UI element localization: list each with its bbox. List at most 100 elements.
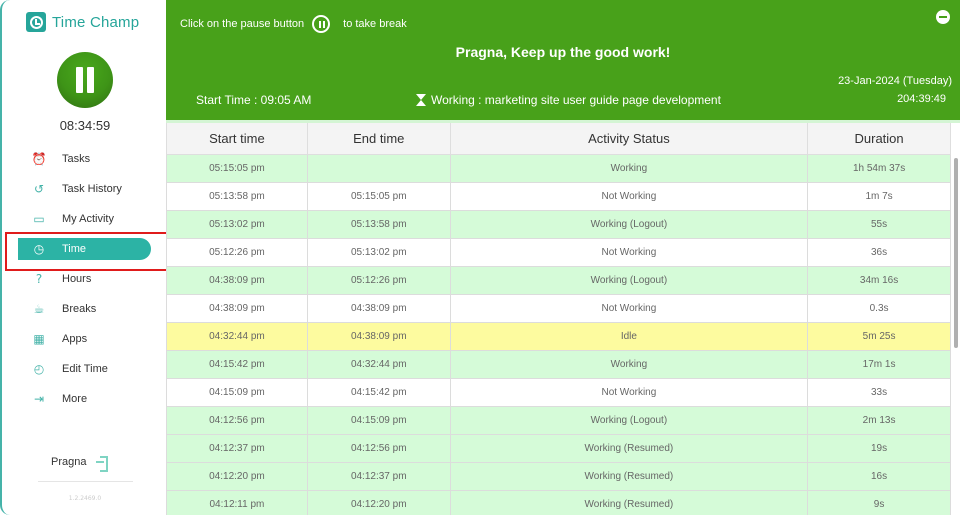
cell-duration: 1m 7s xyxy=(807,181,951,211)
session-timer: 08:34:59 xyxy=(59,118,111,133)
cell-end-time: 04:12:56 pm xyxy=(306,433,451,463)
time-log-table: Start time End time Activity Status Dura… xyxy=(166,123,951,515)
sidebar-item-more[interactable]: ⇥ More xyxy=(18,388,151,410)
current-task-text: Working : marketing site user guide page… xyxy=(431,93,721,107)
cell-duration: 33s xyxy=(807,377,951,407)
cell-end-time: 04:12:37 pm xyxy=(306,461,451,491)
time-menu-highlight-annotation xyxy=(5,232,171,271)
cell-duration: 1h 54m 37s xyxy=(807,153,951,183)
current-date: 23-Jan-2024 (Tuesday) xyxy=(838,75,952,87)
pause-bar-left-icon xyxy=(76,67,83,93)
table-row: 04:32:44 pm 04:38:09 pm Idle 5m 25s xyxy=(166,321,951,351)
edit-time-icon: ◴ xyxy=(33,362,45,376)
cell-activity-status: Not Working xyxy=(449,181,809,211)
cell-activity-status: Idle xyxy=(449,321,809,351)
cell-activity-status: Working xyxy=(449,349,809,379)
pause-bar-right-icon xyxy=(87,67,94,93)
cell-activity-status: Not Working xyxy=(449,377,809,407)
cell-duration: 17m 1s xyxy=(807,349,951,379)
table-row: 04:38:09 pm 04:38:09 pm Not Working 0.3s xyxy=(166,293,951,323)
cell-start-time: 04:15:42 pm xyxy=(166,349,308,379)
table-row: 04:12:56 pm 04:15:09 pm Working (Logout) 2m… xyxy=(166,405,951,435)
user-row: Pragna xyxy=(51,456,109,472)
sidebar-item-tasks[interactable]: ⏰ Tasks xyxy=(18,148,151,170)
sidebar-item-breaks[interactable]: ☕ Breaks xyxy=(18,298,151,320)
minimize-icon[interactable] xyxy=(936,10,950,24)
cell-start-time: 04:12:37 pm xyxy=(166,433,308,463)
table-row: 05:15:05 pm Working 1h 54m 37s xyxy=(166,153,951,183)
cell-activity-status: Working (Resumed) xyxy=(449,489,809,515)
cell-start-time: 05:13:58 pm xyxy=(166,181,308,211)
cell-end-time: 04:38:09 pm xyxy=(306,293,451,323)
cell-duration: 9s xyxy=(807,489,951,515)
cell-duration: 19s xyxy=(807,433,951,463)
hourglass-icon xyxy=(416,94,426,106)
sidebar-item-label: My Activity xyxy=(62,213,114,225)
cell-start-time: 04:38:09 pm xyxy=(166,265,308,295)
pause-hint: Click on the pause button to take break xyxy=(180,15,407,33)
column-header-duration[interactable]: Duration xyxy=(807,123,951,155)
cell-start-time: 05:15:05 pm xyxy=(166,153,308,183)
cell-activity-status: Working xyxy=(449,153,809,183)
cell-end-time: 04:38:09 pm xyxy=(306,321,451,351)
cell-end-time: 05:13:58 pm xyxy=(306,209,451,239)
table-row: 04:15:42 pm 04:32:44 pm Working 17m 1s xyxy=(166,349,951,379)
table-row: 04:15:09 pm 04:15:42 pm Not Working 33s xyxy=(166,377,951,407)
sidebar-item-edit-time[interactable]: ◴ Edit Time xyxy=(18,358,151,380)
cell-duration: 34m 16s xyxy=(807,265,951,295)
divider xyxy=(38,481,133,482)
user-name: Pragna xyxy=(51,456,87,468)
cell-start-time: 04:12:56 pm xyxy=(166,405,308,435)
table-body: 05:15:05 pm Working 1h 54m 37s 05:13:58 pm 0… xyxy=(166,153,951,515)
cell-duration: 2m 13s xyxy=(807,405,951,435)
cell-activity-status: Working (Logout) xyxy=(449,405,809,435)
logout-icon[interactable] xyxy=(96,456,109,472)
alarm-clock-icon: ⏰ xyxy=(31,152,47,166)
cell-end-time xyxy=(306,153,451,183)
sidebar-item-apps[interactable]: ▦ Apps xyxy=(18,328,151,350)
cell-end-time: 04:15:42 pm xyxy=(306,377,451,407)
cell-end-time: 04:15:09 pm xyxy=(306,405,451,435)
table-row: 04:12:37 pm 04:12:56 pm Working (Resumed) 1… xyxy=(166,433,951,463)
cell-activity-status: Not Working xyxy=(449,237,809,267)
hint-text-after: to take break xyxy=(343,18,407,30)
cell-start-time: 05:12:26 pm xyxy=(166,237,308,267)
cell-end-time: 05:15:05 pm xyxy=(306,181,451,211)
column-header-end-time[interactable]: End time xyxy=(306,123,451,155)
column-header-start-time[interactable]: Start time xyxy=(166,123,308,155)
app-version: 1.2.2469.0 xyxy=(68,495,102,502)
table-row: 05:13:58 pm 05:15:05 pm Not Working 1m 7s xyxy=(166,181,951,211)
hint-text-before: Click on the pause button xyxy=(180,18,305,30)
sidebar-item-task-history[interactable]: ↺ Task History xyxy=(18,178,151,200)
cell-duration: 55s xyxy=(807,209,951,239)
sidebar-item-label: Tasks xyxy=(62,153,91,165)
more-icon: ⇥ xyxy=(33,392,45,406)
column-header-activity-status[interactable]: Activity Status xyxy=(449,123,809,155)
cell-start-time: 05:13:02 pm xyxy=(166,209,308,239)
table-row: 04:12:20 pm 04:12:37 pm Working (Resumed) 1… xyxy=(166,461,951,491)
sidebar-item-label: Apps xyxy=(62,333,88,345)
cell-end-time: 05:13:02 pm xyxy=(306,237,451,267)
pause-button[interactable] xyxy=(57,52,113,108)
history-icon: ↺ xyxy=(33,182,45,196)
brand-name: Time Champ xyxy=(52,13,140,31)
brand: Time Champ xyxy=(26,12,139,32)
start-time: Start Time : 09:05 AM xyxy=(196,93,312,107)
table-row: 05:13:02 pm 05:13:58 pm Working (Logout) 55… xyxy=(166,209,951,239)
cell-activity-status: Not Working xyxy=(449,293,809,323)
table-row: 05:12:26 pm 05:13:02 pm Not Working 36s xyxy=(166,237,951,267)
cell-start-time: 04:15:09 pm xyxy=(166,377,308,407)
vertical-scrollbar[interactable] xyxy=(954,158,958,348)
cell-duration: 36s xyxy=(807,237,951,267)
table-row: 04:12:11 pm 04:12:20 pm Working (Resumed) 9… xyxy=(166,489,951,515)
cell-duration: 5m 25s xyxy=(807,321,951,351)
sidebar-item-my-activity[interactable]: ▭ My Activity xyxy=(18,208,151,230)
ticket-icon: ▭ xyxy=(33,212,45,226)
cell-activity-status: Working (Logout) xyxy=(449,209,809,239)
current-task: Working : marketing site user guide page… xyxy=(416,93,721,107)
sidebar-item-hours[interactable]: ? Hours xyxy=(18,268,151,290)
cell-start-time: 04:38:09 pm xyxy=(166,293,308,323)
cell-activity-status: Working (Resumed) xyxy=(449,461,809,491)
pause-circle-icon xyxy=(312,15,331,33)
sidebar-item-label: More xyxy=(62,393,88,405)
